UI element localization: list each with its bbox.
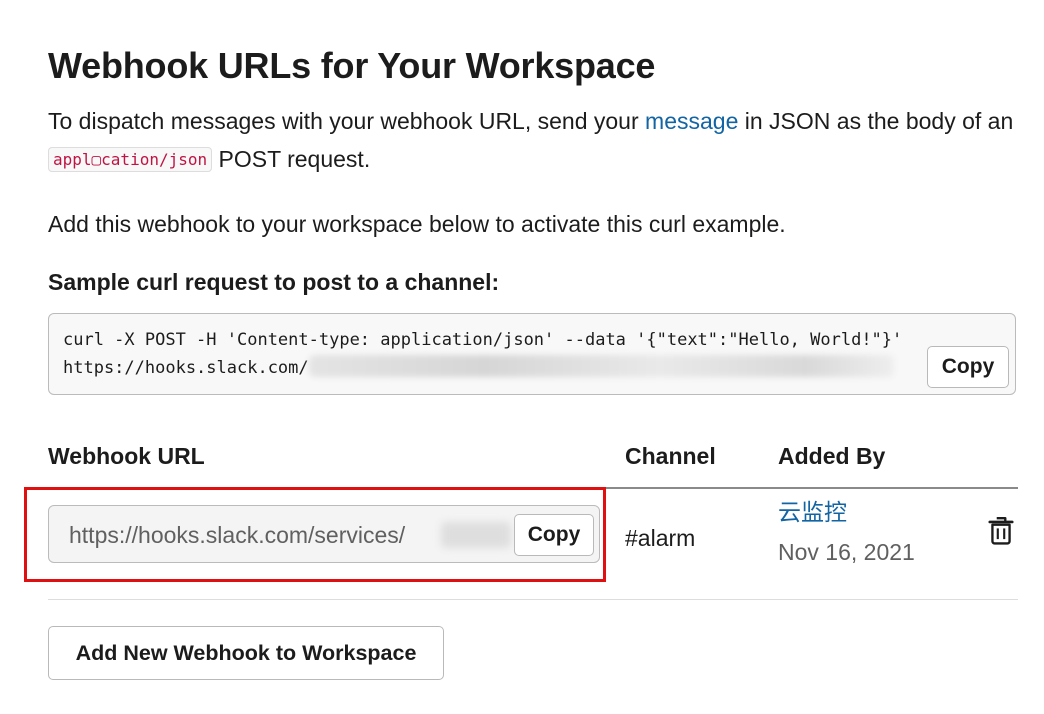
intro-text-1: To dispatch messages with your webhook U… (48, 108, 646, 134)
activate-text: Add this webhook to your workspace below… (48, 211, 786, 237)
webhook-table: Webhook URL Channel Added By https://hoo… (24, 441, 1018, 600)
intro-text-2: in JSON as the body of an (738, 108, 1014, 134)
header-webhook-url: Webhook URL (48, 443, 205, 469)
sample-curl-label: Sample curl request to post to a channel… (48, 269, 500, 295)
curl-code-block: curl -X POST -H 'Content-type: applicati… (48, 313, 1016, 395)
copy-curl-button[interactable]: Copy (927, 346, 1009, 388)
intro-text-3: POST request. (212, 146, 371, 172)
trash-icon[interactable] (988, 515, 1014, 545)
table-header: Webhook URL Channel Added By (48, 441, 1018, 489)
redacted-url-segment (308, 355, 894, 377)
add-new-webhook-button[interactable]: Add New Webhook to Workspace (48, 626, 444, 680)
webhook-url-text: https://hooks.slack.com/services/ (69, 522, 406, 548)
curl-line-2: https://hooks.slack.com/ (63, 358, 309, 378)
curl-text: curl -X POST -H 'Content-type: applicati… (63, 326, 902, 382)
webhook-url-field[interactable]: https://hooks.slack.com/services/ Copy (48, 505, 600, 563)
copy-webhook-url-button[interactable]: Copy (514, 514, 594, 556)
redacted-url-segment (441, 522, 511, 548)
message-link[interactable]: message (645, 108, 738, 134)
header-added-by: Added By (778, 443, 886, 469)
channel-name: #alarm (625, 525, 696, 551)
table-row: https://hooks.slack.com/services/ Copy #… (24, 487, 1018, 600)
intro-paragraph: To dispatch messages with your webhook U… (48, 102, 1018, 179)
curl-line-1: curl -X POST -H 'Content-type: applicati… (63, 330, 903, 350)
header-channel: Channel (625, 443, 716, 469)
added-date: Nov 16, 2021 (778, 539, 915, 565)
content-type-code: appl▢cation/json (48, 147, 213, 172)
added-by-user-link[interactable]: 云监控 (778, 497, 847, 527)
page-title: Webhook URLs for Your Workspace (48, 45, 656, 86)
webhook-page: Webhook URLs for Your Workspace To dispa… (24, 40, 1018, 680)
